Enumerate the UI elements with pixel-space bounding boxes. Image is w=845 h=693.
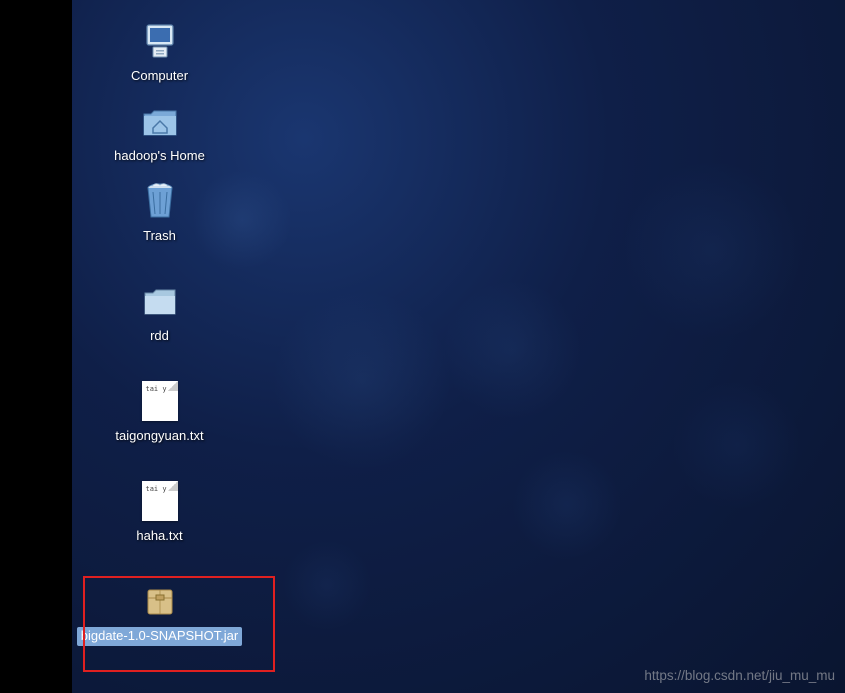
desktop-icon-haha[interactable]: tai y haha.txt <box>72 480 247 546</box>
icon-label: haha.txt <box>132 527 186 546</box>
text-file-icon: tai y <box>139 480 181 522</box>
text-file-icon: tai y <box>139 380 181 422</box>
wallpaper-bokeh <box>512 450 622 560</box>
desktop-icon-rdd[interactable]: rdd <box>72 280 247 346</box>
desktop-icon-bigdate-jar[interactable]: bigdate-1.0-SNAPSHOT.jar <box>72 580 247 646</box>
wallpaper-bokeh <box>272 290 452 470</box>
desktop-icon-home[interactable]: hadoop's Home <box>72 100 247 166</box>
desktop-icon-taigongyuan[interactable]: tai y taigongyuan.txt <box>72 380 247 446</box>
icon-label: bigdate-1.0-SNAPSHOT.jar <box>77 627 243 646</box>
icon-label: Trash <box>139 227 180 246</box>
file-preview-text: tai y <box>146 485 167 493</box>
file-preview-text: tai y <box>146 385 167 393</box>
icon-label: Computer <box>127 67 192 86</box>
folder-icon <box>139 280 181 322</box>
home-folder-icon <box>139 100 181 142</box>
archive-icon <box>139 580 181 622</box>
desktop-icon-trash[interactable]: Trash <box>72 180 247 246</box>
wallpaper-bokeh <box>622 160 802 340</box>
icon-label: rdd <box>146 327 173 346</box>
left-panel <box>0 0 72 693</box>
watermark-text: https://blog.csdn.net/jiu_mu_mu <box>644 668 835 683</box>
wallpaper-bokeh <box>442 280 582 420</box>
icon-label: taigongyuan.txt <box>111 427 207 446</box>
trash-icon <box>139 180 181 222</box>
wallpaper-bokeh <box>672 380 802 510</box>
desktop-icon-computer[interactable]: Computer <box>72 20 247 86</box>
desktop[interactable]: Computer hadoop's Home Tr <box>72 0 845 693</box>
wallpaper-bokeh <box>282 540 372 630</box>
icon-label: hadoop's Home <box>110 147 209 166</box>
computer-icon <box>139 20 181 62</box>
